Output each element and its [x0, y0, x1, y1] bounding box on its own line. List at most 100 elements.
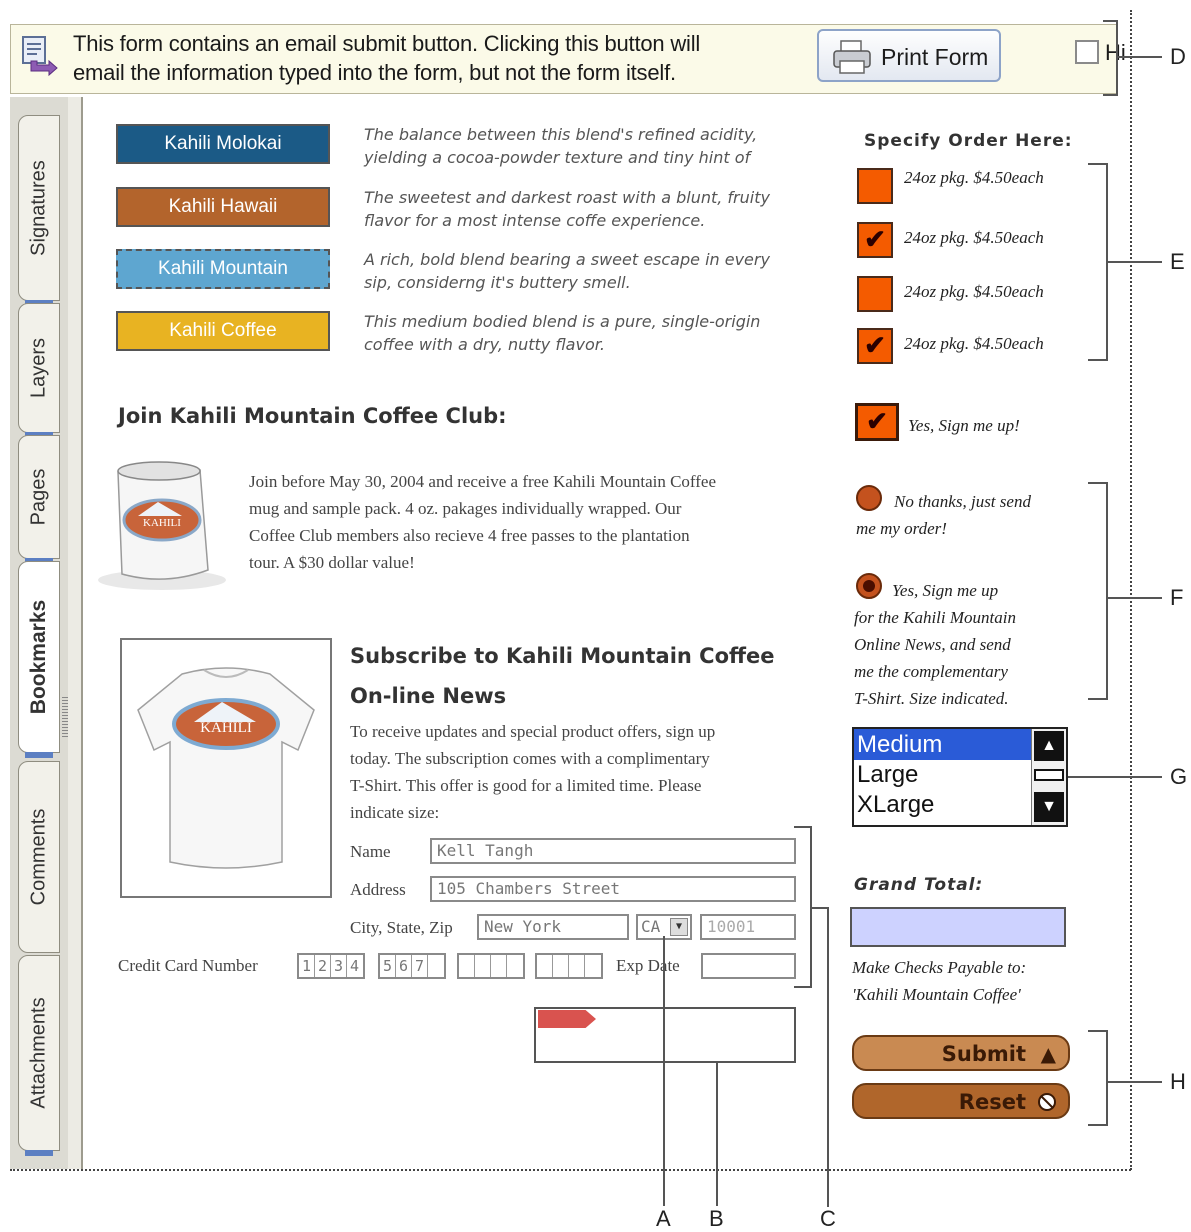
callout-leader-f: [1108, 597, 1162, 599]
blend-description: The sweetest and darkest roast with a bl…: [364, 188, 770, 230]
size-option-large[interactable]: Large: [854, 760, 918, 790]
callout-leader-d: [1118, 56, 1162, 58]
blend-description: This medium bodied blend is a pure, sing…: [364, 312, 761, 354]
list-scrollbar[interactable]: ▲ ▼: [1031, 729, 1066, 825]
callout-label-c: C: [820, 1206, 836, 1231]
signup-news-label: Yes, Sign me up for the Kahili Mountain On…: [854, 581, 1016, 708]
callout-label-b: B: [709, 1206, 724, 1231]
callout-leader-e: [1108, 261, 1162, 263]
callout-bracket-d: [1103, 20, 1117, 22]
city-field[interactable]: New York: [477, 914, 629, 940]
cc-field-group-4[interactable]: [535, 953, 603, 979]
order-option-label: 24oz pkg. $4.50each: [904, 228, 1044, 247]
callout-label-g: G: [1170, 764, 1188, 789]
subscribe-heading: Subscribe to Kahili Mountain Coffee On-li…: [350, 644, 775, 708]
blend-button-coffee[interactable]: Kahili Coffee: [116, 311, 330, 351]
callout-bracket-h: [1106, 1030, 1108, 1126]
cc-digit: 5: [380, 955, 396, 977]
callout-bracket-f: [1106, 482, 1108, 700]
club-description: Join before May 30, 2004 and receive a f…: [249, 472, 717, 572]
size-option-medium[interactable]: Medium: [854, 729, 1033, 760]
callout-leader-c: [812, 907, 828, 909]
print-form-label: Print Form: [881, 44, 989, 70]
order-checkbox[interactable]: [857, 168, 893, 204]
tab-attachments[interactable]: Attachments: [18, 955, 60, 1156]
document-message-bar: This form contains an email submit butto…: [10, 24, 1126, 94]
hide-message-checkbox[interactable]: [1075, 40, 1099, 64]
page-boundary-right: [1130, 10, 1132, 1170]
signup-checkbox[interactable]: ✔: [855, 403, 899, 441]
cc-digit: 7: [412, 955, 428, 977]
callout-label-d: D: [1170, 44, 1186, 69]
callout-bracket-f: [1088, 698, 1108, 700]
printer-icon: [831, 39, 873, 80]
dropdown-arrow-icon[interactable]: ▼: [670, 918, 688, 936]
reset-button[interactable]: Reset: [852, 1083, 1070, 1119]
submit-button[interactable]: Submit ▲: [852, 1035, 1070, 1071]
no-entry-icon: [1038, 1093, 1056, 1111]
size-option-xlarge[interactable]: XLarge: [854, 790, 934, 820]
callout-leader-h: [1108, 1081, 1162, 1083]
callout-leader-g: [1068, 776, 1162, 778]
svg-text:KAHILI: KAHILI: [143, 517, 181, 529]
exp-date-field[interactable]: [701, 953, 796, 979]
order-checkbox[interactable]: ✔: [857, 328, 893, 364]
blend-button-mountain[interactable]: Kahili Mountain: [116, 249, 330, 289]
callout-bracket-e: [1088, 359, 1108, 361]
exp-date-label: Exp Date: [616, 956, 680, 975]
name-field[interactable]: Kell Tangh: [430, 838, 796, 864]
state-value: CA: [641, 917, 661, 936]
callout-leader-a: [663, 936, 665, 1206]
cc-digit: [428, 955, 443, 977]
coffee-mug-image: KAHILI: [90, 456, 230, 597]
panel-splitter[interactable]: [68, 97, 83, 1169]
zip-field[interactable]: 10001: [700, 914, 796, 940]
credit-card-label: Credit Card Number: [118, 956, 258, 975]
address-field[interactable]: 105 Chambers Street: [430, 876, 796, 902]
cc-field-group-2[interactable]: 567: [378, 953, 446, 979]
signature-field[interactable]: [534, 1007, 796, 1063]
callout-label-h: H: [1170, 1069, 1186, 1094]
callout-bracket-e: [1088, 163, 1108, 165]
callout-bracket-c: [794, 986, 812, 988]
callout-bracket-h: [1088, 1124, 1108, 1126]
club-heading: Join Kahili Mountain Coffee Club:: [118, 404, 507, 428]
tab-layers[interactable]: Layers: [18, 303, 60, 438]
form-email-icon: [21, 35, 61, 84]
grand-total-field[interactable]: [850, 907, 1066, 947]
order-option-label: 24oz pkg. $4.50each: [904, 168, 1044, 187]
navigation-panel: Signatures Layers Pages Bookmarks Commen…: [10, 97, 69, 1169]
blend-button-molokai[interactable]: Kahili Molokai: [116, 124, 330, 164]
scroll-up-icon[interactable]: ▲: [1034, 731, 1064, 761]
svg-text:KAHILI: KAHILI: [200, 720, 252, 736]
cc-field-group-1[interactable]: 1234: [297, 953, 365, 979]
callout-label-f: F: [1170, 585, 1184, 610]
blend-description: A rich, bold blend bearing a sweet escap…: [364, 250, 770, 292]
callout-leader-c: [827, 907, 829, 1207]
scroll-down-icon[interactable]: ▼: [1034, 792, 1064, 822]
name-label: Name: [350, 842, 391, 861]
order-title: Specify Order Here:: [864, 131, 1073, 151]
order-checkbox[interactable]: [857, 276, 893, 312]
order-checkbox[interactable]: ✔: [857, 222, 893, 258]
tab-bookmarks[interactable]: Bookmarks: [18, 561, 60, 758]
blend-button-hawaii[interactable]: Kahili Hawaii: [116, 187, 330, 227]
size-list-box[interactable]: Medium Large XLarge ▲ ▼: [852, 727, 1068, 827]
callout-bracket-f: [1088, 482, 1108, 484]
cc-digit: 2: [315, 955, 331, 977]
cc-digit: 4: [349, 957, 360, 975]
payable-note: Make Checks Payable to: 'Kahili Mountain …: [852, 958, 1027, 1004]
tab-pages[interactable]: Pages: [18, 435, 60, 564]
callout-bracket-h: [1088, 1030, 1108, 1032]
signup-label: Yes, Sign me up!: [908, 416, 1020, 435]
print-form-button[interactable]: Print Form: [817, 29, 1001, 82]
callout-leader-b: [716, 1062, 718, 1206]
tab-signatures[interactable]: Signatures: [18, 115, 60, 306]
blend-description: The balance between this blend's refined…: [364, 125, 758, 167]
cc-field-group-3[interactable]: [457, 953, 525, 979]
tab-comments[interactable]: Comments: [18, 761, 60, 953]
order-option-label: 24oz pkg. $4.50each: [904, 282, 1044, 301]
scroll-thumb[interactable]: [1034, 769, 1064, 781]
cc-digit: 3: [331, 955, 347, 977]
subscribe-description: To receive updates and special product o…: [350, 722, 716, 822]
